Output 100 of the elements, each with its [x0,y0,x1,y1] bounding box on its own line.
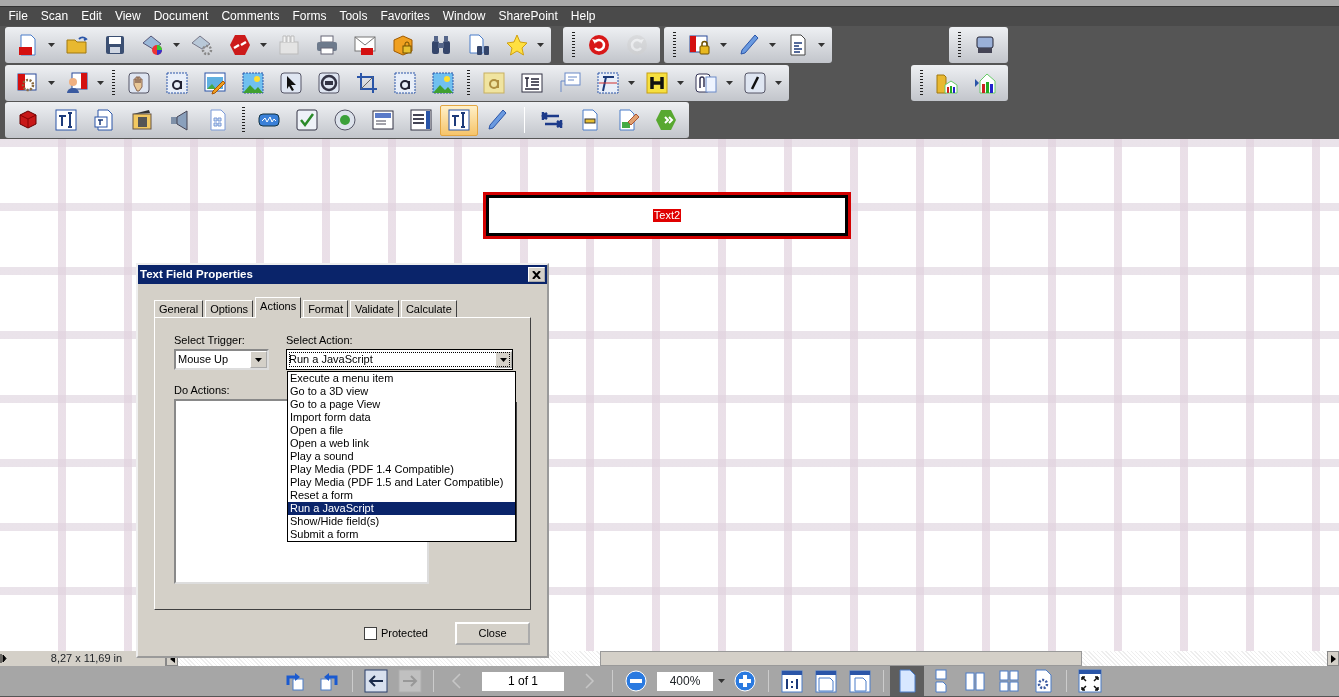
zoom-level-dropdown[interactable]: 400% [657,671,713,691]
checkbox-icon[interactable] [295,108,319,133]
person-icon[interactable] [65,70,89,95]
caret-icon[interactable] [818,43,825,47]
star-icon[interactable] [505,33,529,57]
menu-item[interactable]: File [2,7,35,26]
caret-icon[interactable] [48,43,55,47]
tab[interactable]: Actions [255,297,302,318]
pen-icon[interactable] [485,108,509,133]
toolbar-gripper[interactable] [920,69,923,96]
caret-icon[interactable] [97,80,104,85]
radio-button-icon[interactable] [333,108,357,133]
dropdown-option[interactable]: Show/Hide field(s) [288,515,515,528]
tab[interactable]: General [154,300,204,318]
caret-icon[interactable] [173,43,180,47]
dropdown-option[interactable]: Play Media (PDF 1.5 and Later Compatible) [288,476,515,489]
caret-icon[interactable] [718,679,725,683]
page-number-field[interactable]: 1 of 1 [482,671,564,691]
toolbar-gripper[interactable] [958,32,961,58]
menu-item[interactable]: Favorites [373,7,437,26]
dropdown-option[interactable]: Open a web link [288,437,515,450]
document-binoculars-icon[interactable] [467,33,491,57]
scanner-color-wheel-icon[interactable] [141,33,165,57]
scroll-thumb[interactable] [600,651,1082,666]
menu-item[interactable]: Window [436,7,492,26]
dropdown-arrow-icon[interactable] [500,357,507,362]
menu-item[interactable]: Comments [214,7,286,26]
crop-icon[interactable] [355,70,379,95]
dropdown-option[interactable]: Submit a form [288,528,515,541]
tab[interactable]: Options [205,300,254,318]
text-a-icon[interactable] [393,70,417,95]
dropdown-option[interactable]: Play a sound [288,450,515,463]
dropdown-option[interactable]: Open a file [288,424,515,437]
toolbar-gripper[interactable] [467,69,470,96]
checkbox[interactable] [363,627,377,640]
binoculars-icon[interactable] [429,33,453,57]
caret-icon[interactable] [769,43,776,47]
caret-icon[interactable] [775,80,782,85]
action-dropdown[interactable]: Run a JavaScript [286,349,513,370]
fit-page-icon[interactable] [814,669,838,693]
toolbar-gripper[interactable] [112,69,115,96]
toolbar-gripper[interactable] [572,32,575,58]
text-a-icon[interactable] [165,70,189,95]
menu-item[interactable]: Document [147,7,215,26]
image-icon[interactable] [241,70,265,95]
caret-icon[interactable] [677,80,684,85]
caret-icon[interactable] [628,80,635,85]
toolbar-gripper[interactable] [242,107,245,134]
printer-icon[interactable] [315,33,339,57]
text-markup-icon[interactable] [596,70,620,95]
menu-item[interactable]: View [108,7,148,26]
dropdown-option[interactable]: Run a JavaScript [288,502,515,515]
close-button[interactable]: Close [455,622,530,645]
text-field-icon[interactable] [54,108,78,133]
text-field-widget[interactable]: Text2 [483,192,851,239]
caret-icon[interactable] [537,43,544,47]
dropdown-option[interactable]: Execute a menu item [288,372,515,385]
dropdown-option[interactable]: Import form data [288,411,515,424]
hand-icon[interactable] [127,70,151,95]
paperclip-icon[interactable] [694,70,718,95]
four-pages-icon[interactable] [997,669,1021,693]
text-field-icon[interactable] [447,108,471,133]
full-screen-icon[interactable] [1078,669,1102,693]
zoom-in-icon[interactable] [733,669,757,693]
tab[interactable]: Calculate [400,300,457,318]
image-icon[interactable] [431,70,455,95]
dropdown-option[interactable]: Go to a 3D view [288,385,515,398]
tab[interactable]: Format [303,300,348,318]
dropdown-option[interactable]: Reset a form [288,489,515,502]
highlight-icon[interactable] [645,70,669,95]
caret-icon[interactable] [260,43,267,47]
image-pencil-icon[interactable] [203,70,227,95]
menu-item[interactable]: Tools [332,7,374,26]
trigger-dropdown[interactable]: Mouse Up [174,349,269,370]
hexagon-arrows-icon[interactable] [228,33,252,57]
menu-item[interactable]: Scan [34,7,75,26]
padlock-document-icon[interactable] [688,33,712,57]
envelope-icon[interactable] [353,33,377,57]
menu-item[interactable]: Edit [74,7,109,26]
zoom-out-icon[interactable] [624,669,648,693]
split-handle-icon[interactable] [0,651,8,666]
tab[interactable]: Validate [350,300,399,318]
text-box-icon[interactable] [520,70,544,95]
eraser-icon[interactable] [616,108,640,133]
undo-icon[interactable] [587,33,611,57]
combo-box-icon[interactable] [371,108,395,133]
arrow-cursor-icon[interactable] [279,70,303,95]
actual-size-icon[interactable] [780,669,804,693]
hexagon-arrows-icon[interactable] [654,108,678,133]
fit-width-icon[interactable] [848,669,872,693]
scanner-gear-icon[interactable] [190,33,214,57]
menu-item[interactable]: SharePoint [491,7,565,26]
dropdown-option[interactable]: Go to a page View [288,398,515,411]
film-icon[interactable] [130,108,154,133]
dropdown-arrow-icon[interactable] [255,357,262,362]
pen-icon[interactable] [737,33,761,57]
toolbar-gripper[interactable] [673,32,676,58]
list-box-icon[interactable] [409,108,433,133]
caret-icon[interactable] [720,43,727,47]
dropdown-option[interactable]: Play Media (PDF 1.4 Compatible) [288,463,515,476]
